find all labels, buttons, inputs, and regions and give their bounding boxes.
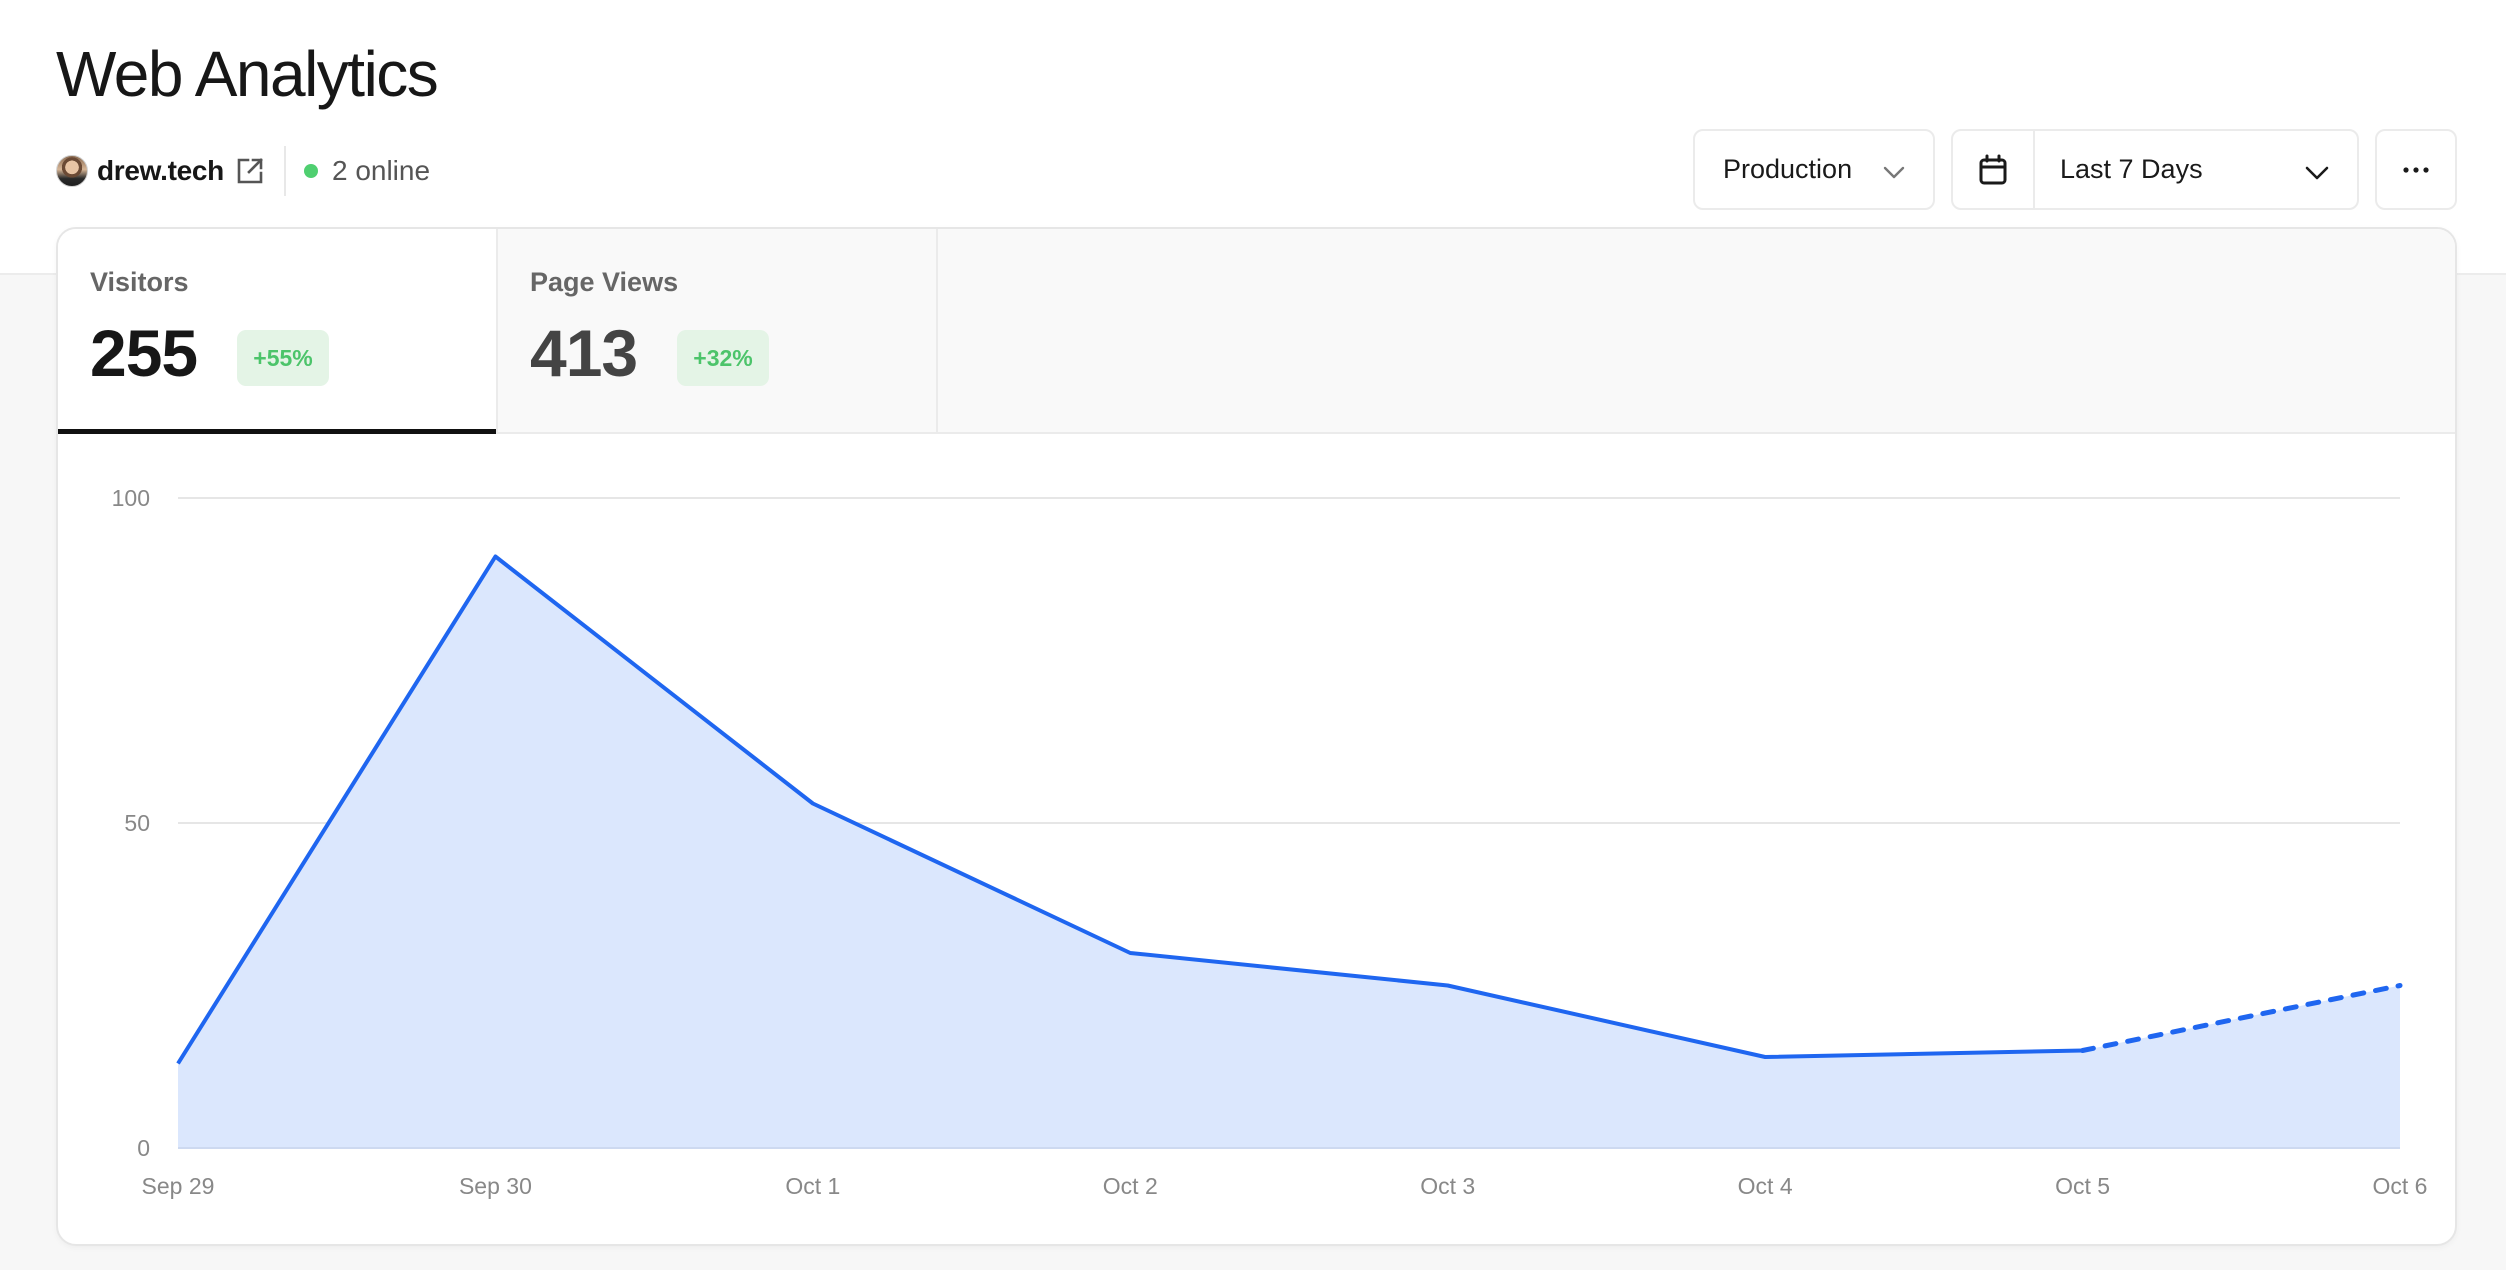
y-tick-label: 100 <box>112 485 150 511</box>
environment-select-label: Production <box>1723 154 1853 184</box>
site-meta-row: drew.tech 2 online <box>56 146 430 196</box>
chevron-down-icon <box>1881 159 1907 192</box>
x-tick-label: Sep 29 <box>142 1173 215 1199</box>
online-count: 2 online <box>331 155 431 186</box>
calendar-button[interactable] <box>1953 131 2035 208</box>
x-tick-label: Oct 6 <box>2373 1173 2428 1199</box>
external-link-icon[interactable] <box>236 157 264 185</box>
x-tick-label: Sep 30 <box>459 1173 532 1199</box>
area-layer <box>178 556 2400 1149</box>
user-avatar <box>56 155 88 187</box>
environment-select[interactable]: Production <box>1693 129 1935 210</box>
analytics-card: Visitors 255 +55% Page Views 413 +32% 05… <box>56 227 2457 1246</box>
x-tick-label: Oct 1 <box>785 1173 840 1199</box>
date-range-select[interactable]: Last 7 Days <box>1951 129 2359 210</box>
x-axis-ticks: Sep 29 Sep 30 Oct 1 Oct 2 Oct 3 Oct 4 Oct 5 Oct… <box>142 1173 2428 1199</box>
y-tick-label: 50 <box>124 810 150 836</box>
online-status-dot <box>303 164 318 178</box>
calendar-icon <box>1979 154 2007 184</box>
x-tick-label: Oct 4 <box>1738 1173 1793 1199</box>
meta-divider <box>283 146 286 196</box>
x-tick-label: Oct 2 <box>1103 1173 1158 1199</box>
y-tick-label: 0 <box>137 1135 150 1161</box>
chevron-down-icon <box>2303 158 2331 193</box>
date-range-label: Last 7 Days <box>2060 154 2203 184</box>
x-tick-label: Oct 3 <box>1420 1173 1475 1199</box>
x-tick-label: Oct 5 <box>2055 1173 2110 1199</box>
visitors-chart: 0 50 100 Sep 29 Sep 30 Oct 1 Oct 2 Oct 3 Oct 4 O… <box>112 485 2428 1199</box>
page-title: Web Analytics <box>56 38 439 110</box>
y-axis-ticks: 0 50 100 <box>112 485 150 1161</box>
site-name-link[interactable]: drew.tech <box>97 155 224 187</box>
more-horizontal-icon <box>2403 166 2429 173</box>
more-options-button[interactable] <box>2375 129 2457 210</box>
area-fill <box>178 556 2400 1148</box>
